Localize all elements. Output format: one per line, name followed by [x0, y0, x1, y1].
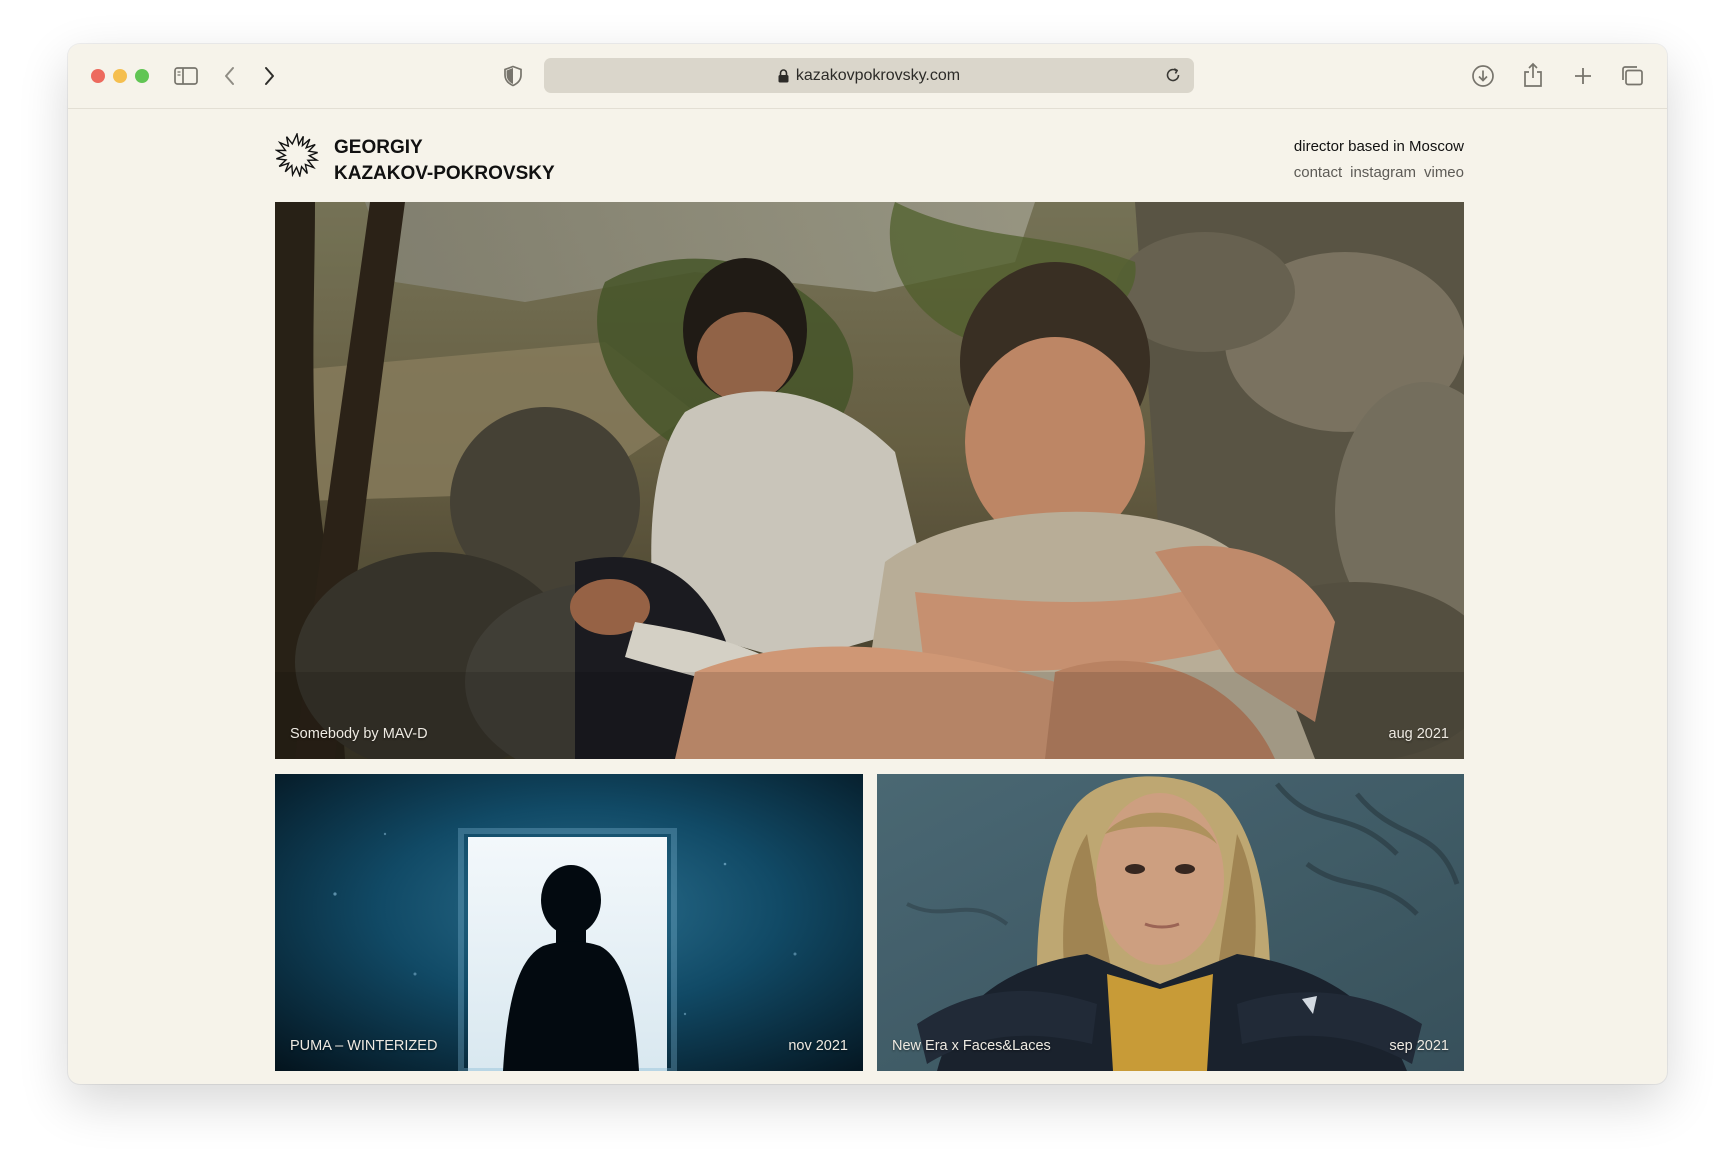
contact-link[interactable]: contact [1294, 164, 1342, 181]
back-chevron-icon[interactable] [218, 63, 242, 89]
close-window-button[interactable] [91, 69, 105, 83]
instagram-link[interactable]: instagram [1350, 164, 1416, 181]
vimeo-link[interactable]: vimeo [1424, 164, 1464, 181]
shield-icon[interactable] [501, 63, 525, 89]
site-title-line2: KAZAKOV-POKROVSKY [334, 163, 555, 184]
site-title[interactable]: GEORGIY KAZAKOV-POKROVSKY [334, 135, 555, 187]
new-tab-plus-icon[interactable] [1570, 63, 1596, 89]
site-title-line1: GEORGIY [334, 137, 423, 158]
project-title: New Era x Faces&Laces [892, 1038, 1051, 1054]
project-thumbnail [275, 774, 863, 1071]
project-date: nov 2021 [788, 1038, 848, 1054]
site-header: GEORGIY KAZAKOV-POKROVSKY director based… [273, 129, 1464, 199]
project-thumbnail [275, 202, 1464, 759]
project-date: aug 2021 [1388, 726, 1449, 742]
share-icon[interactable] [1520, 61, 1546, 89]
zoom-window-button[interactable] [135, 69, 149, 83]
minimize-window-button[interactable] [113, 69, 127, 83]
reload-icon[interactable] [1164, 66, 1182, 89]
social-links: contact instagram vimeo [1294, 164, 1464, 181]
browser-toolbar: kazakovpokrovsky.com [68, 44, 1667, 109]
project-card-featured[interactable]: Somebody by MAV-D aug 2021 [275, 202, 1464, 759]
tagline: director based in Moscow [1293, 138, 1464, 155]
forward-chevron-icon[interactable] [257, 63, 281, 89]
project-card-new-era[interactable]: New Era x Faces&Laces sep 2021 [877, 774, 1464, 1071]
url-text: kazakovpokrovsky.com [795, 66, 961, 84]
starburst-logo-icon[interactable] [273, 131, 320, 179]
tabs-overview-icon[interactable] [1619, 63, 1645, 89]
project-date: sep 2021 [1389, 1038, 1449, 1054]
project-card-puma[interactable]: PUMA – WINTERIZED nov 2021 [275, 774, 863, 1071]
project-title: Somebody by MAV-D [290, 726, 428, 742]
project-thumbnail [877, 774, 1464, 1071]
sidebar-icon[interactable] [173, 63, 199, 89]
project-title: PUMA – WINTERIZED [290, 1038, 438, 1054]
lock-icon [778, 68, 789, 83]
download-icon[interactable] [1470, 63, 1496, 89]
browser-window: kazakovpokrovsky.com GEORGIY KAZAKOV-POK… [68, 44, 1667, 1084]
address-bar[interactable]: kazakovpokrovsky.com [544, 58, 1194, 93]
